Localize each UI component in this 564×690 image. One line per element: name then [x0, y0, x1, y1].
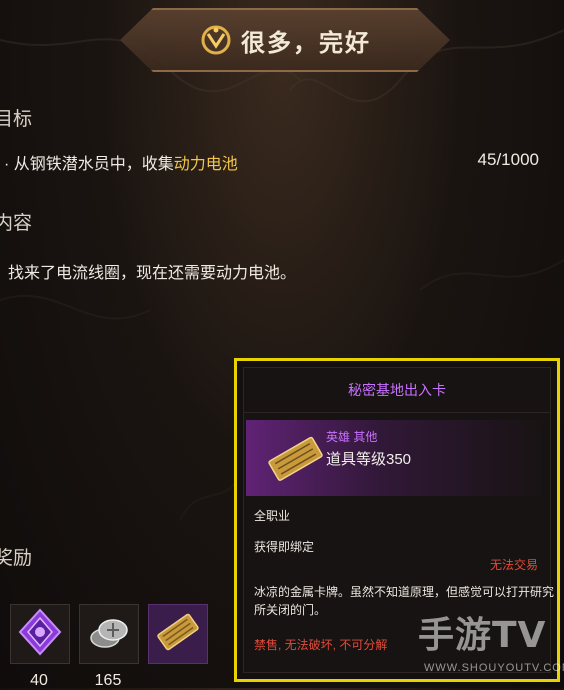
quest-title: 很多，完好: [241, 29, 371, 57]
objective-prefix: · 从钢铁潜水员中，收集: [4, 156, 174, 173]
tooltip-body: 秘密基地出入卡 英雄 其他 道具等级350 全职业 获得即绑定 无法交易 冰凉的…: [243, 367, 555, 673]
objective-row: · 从钢铁潜水员中，收集动力电池 45/1000: [0, 150, 545, 173]
ornate-emblem-icon: [199, 23, 233, 57]
tooltip-item-level: 道具等级350: [326, 451, 412, 468]
item-tooltip: 秘密基地出入卡 英雄 其他 道具等级350 全职业 获得即绑定 无法交易 冰凉的…: [234, 358, 560, 682]
tooltip-class-restriction: 全职业: [254, 509, 291, 523]
quest-header-banner: 很多，完好: [120, 8, 450, 72]
reward-item-card[interactable]: [148, 604, 208, 664]
content-label: 内容: [0, 213, 33, 234]
objective-highlight: 动力电池: [173, 156, 238, 173]
goal-label: 目标: [0, 109, 33, 130]
tooltip-item-panel: 英雄 其他 道具等级350: [246, 420, 548, 496]
reward-count-crystal: 40: [30, 672, 48, 689]
tooltip-bind-status: 获得即绑定: [254, 540, 315, 554]
tooltip-title: 秘密基地出入卡: [348, 382, 446, 398]
tooltip-description: 冰凉的金属卡牌。虽然不知道原理，但感觉可以打开研究所关闭的门。: [254, 585, 555, 617]
reward-item-coins[interactable]: [79, 604, 139, 664]
tooltip-trade-status: 无法交易: [489, 558, 538, 572]
reward-item-crystal[interactable]: [10, 604, 70, 664]
purple-crystal-icon: [16, 608, 64, 661]
gold-access-card-icon: [264, 430, 326, 486]
silver-coins-icon: [85, 608, 133, 661]
objective-progress: 45/1000: [477, 150, 539, 169]
tooltip-restrictions: 禁售, 无法破坏, 不可分解: [254, 638, 388, 652]
gold-access-card-icon: [153, 607, 203, 662]
reward-label: 奖励: [0, 548, 33, 569]
tooltip-title-bar: 秘密基地出入卡: [244, 368, 550, 413]
tooltip-item-type: 英雄 其他: [326, 430, 378, 444]
objective-text: · 从钢铁潜水员中，收集动力电池: [4, 150, 238, 174]
reward-count-coins: 165: [94, 672, 122, 689]
content-text: 找来了电流线圈，现在还需要动力电池。: [8, 265, 297, 282]
